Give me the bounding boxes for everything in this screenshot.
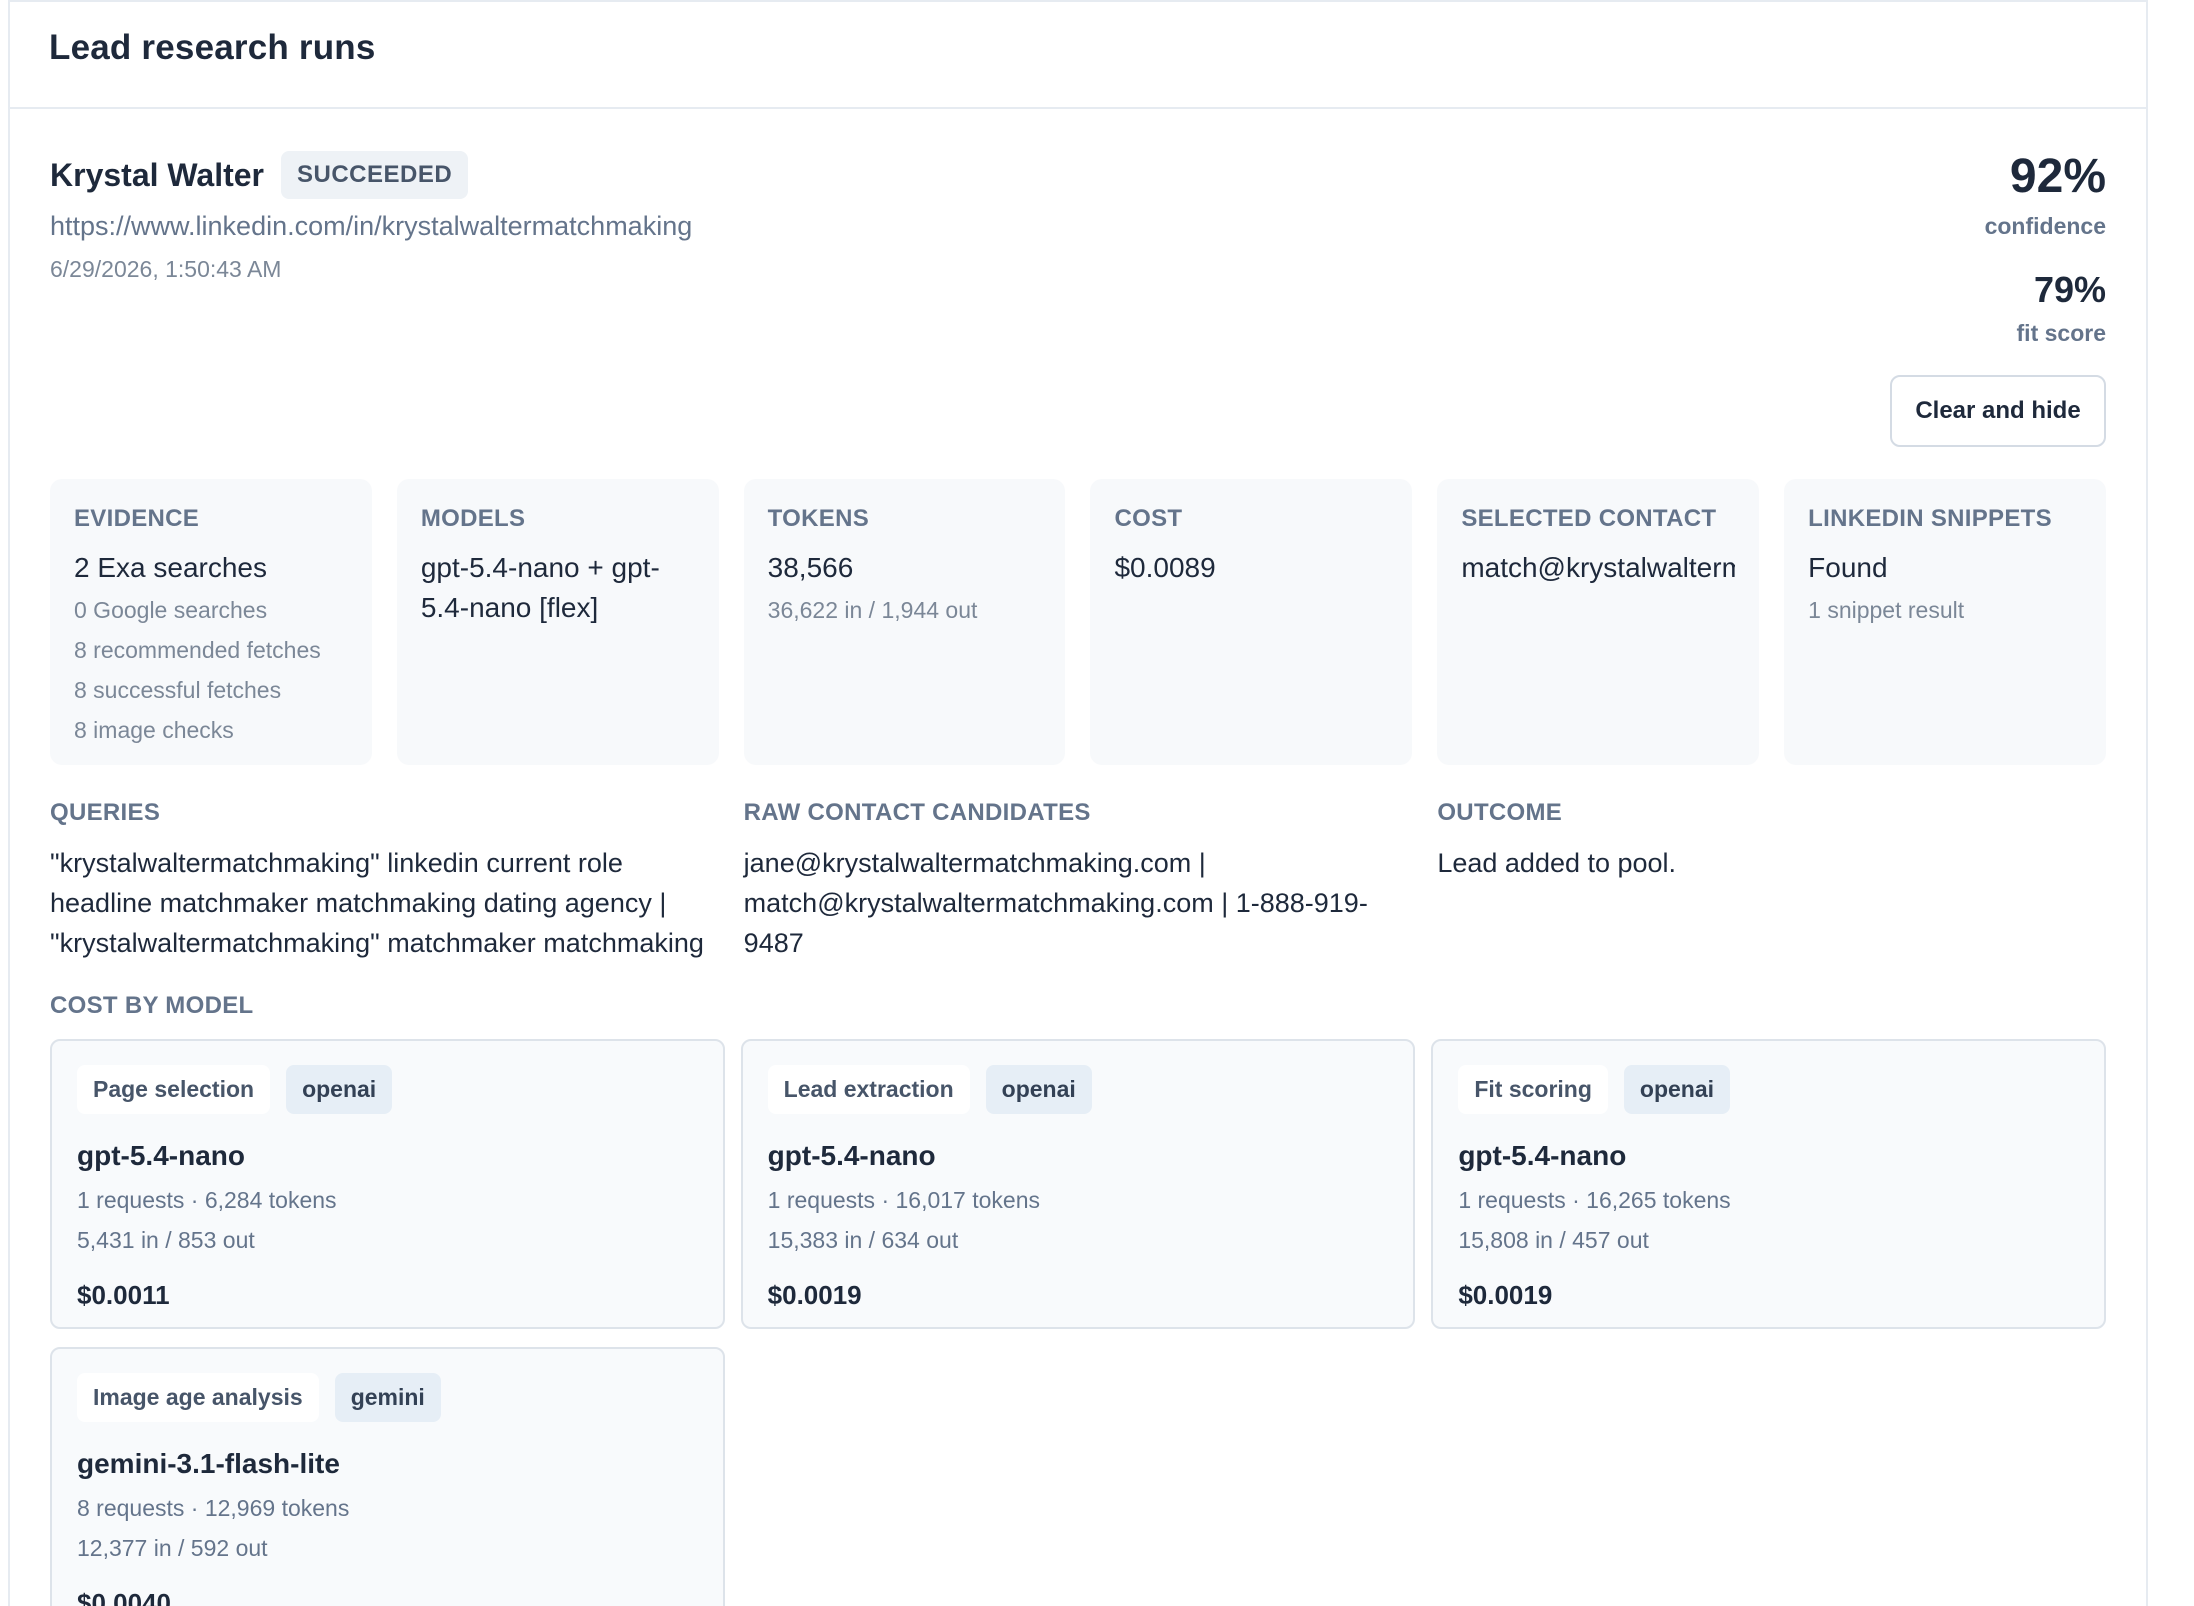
usage-summary: 8 requests · 12,969 tokens	[77, 1495, 350, 1521]
usage-summary: 1 requests · 16,265 tokens	[1458, 1187, 1731, 1213]
token-io: 12,377 in / 592 out	[77, 1535, 268, 1561]
stat-value: 2 Exa searches	[74, 552, 267, 583]
stat-detail: 0 Google searches	[74, 597, 268, 623]
confidence-label: confidence	[1984, 213, 2106, 239]
stat-value: 38,566	[767, 552, 854, 583]
detail-outcome: OUTCOME Lead added to pool.	[1437, 799, 2106, 963]
cost-by-model-heading: COST BY MODEL	[50, 992, 254, 1019]
model-cost: $0.0019	[1458, 1280, 1553, 1310]
provider-tag: gemini	[334, 1373, 441, 1422]
step-tag: Image age analysis	[77, 1373, 319, 1422]
stat-value: gpt-5.4-nano + gpt-5.4-nano [flex]	[420, 552, 660, 623]
run-card: Krystal Walter SUCCEEDED https://www.lin…	[50, 109, 2106, 1606]
model-name: gpt-5.4-nano	[767, 1140, 936, 1171]
stat-card-tokens: TOKENS 38,566 36,622 in / 1,944 out	[743, 479, 1066, 765]
run-heading: Krystal Walter SUCCEEDED	[50, 151, 469, 199]
step-tag: Fit scoring	[1458, 1065, 1608, 1114]
cost-card: Fit scoring openai gpt-5.4-nano 1 reques…	[1431, 1039, 2106, 1329]
detail-raw-contact-candidates: RAW CONTACT CANDIDATES jane@krystalwalte…	[744, 799, 1413, 963]
stat-label: COST	[1114, 505, 1183, 532]
run-timestamp: 6/29/2026, 1:50:43 AM	[50, 256, 282, 282]
model-cost: $0.0011	[77, 1280, 170, 1310]
confidence-value: 92%	[2009, 150, 2106, 203]
token-io: 5,431 in / 853 out	[77, 1227, 255, 1253]
scroll-gutter	[2150, 0, 2194, 1606]
model-name: gemini-3.1-flash-lite	[77, 1448, 340, 1479]
lead-research-panel: Lead research runs Krystal Walter SUCCEE…	[8, 0, 2148, 1606]
page-title: Lead research runs	[49, 28, 376, 67]
stat-value: Found	[1808, 552, 1888, 583]
step-tag: Page selection	[77, 1065, 271, 1114]
detail-label: OUTCOME	[1437, 799, 1563, 826]
token-io: 15,383 in / 634 out	[767, 1227, 959, 1253]
token-io: 15,808 in / 457 out	[1458, 1227, 1649, 1253]
provider-tag: openai	[1623, 1065, 1731, 1114]
stat-label: SELECTED CONTACT	[1461, 505, 1717, 532]
stat-detail: 36,622 in / 1,944 out	[767, 597, 978, 623]
stat-detail: 8 recommended fetches	[74, 637, 321, 663]
model-cost: $0.0019	[767, 1280, 862, 1310]
stat-detail: 8 image checks	[74, 717, 234, 743]
clear-and-hide-button[interactable]: Clear and hide	[1890, 375, 2106, 447]
lead-name: Krystal Walter	[50, 156, 264, 193]
stat-label: EVIDENCE	[74, 505, 200, 532]
cost-card: Page selection openai gpt-5.4-nano 1 req…	[50, 1039, 725, 1329]
detail-value: "krystalwaltermatchmaking" linkedin curr…	[50, 848, 704, 958]
cost-card: Image age analysis gemini gemini-3.1-fla…	[50, 1347, 725, 1606]
stat-card-models: MODELS gpt-5.4-nano + gpt-5.4-nano [flex…	[396, 479, 719, 765]
stat-card-linkedin-snippets: LINKEDIN SNIPPETS Found 1 snippet result	[1784, 479, 2106, 765]
lead-profile-url: https://www.linkedin.com/in/krystalwalte…	[50, 211, 693, 241]
stat-label: TOKENS	[767, 505, 870, 532]
stat-detail: 8 successful fetches	[74, 677, 282, 703]
detail-queries: QUERIES "krystalwaltermatchmaking" linke…	[50, 799, 719, 963]
fit-score-value: 79%	[2033, 269, 2106, 310]
detail-value: Lead added to pool.	[1437, 848, 1677, 878]
stat-value: match@krystalwaltermatchmaking.com	[1461, 552, 1736, 583]
provider-tag: openai	[985, 1065, 1092, 1114]
fit-score-label: fit score	[2016, 320, 2106, 346]
run-details: QUERIES "krystalwaltermatchmaking" linke…	[50, 799, 2106, 963]
stat-value: $0.0089	[1114, 552, 1216, 583]
detail-label: RAW CONTACT CANDIDATES	[743, 799, 1091, 826]
stat-detail: 1 snippet result	[1808, 597, 1965, 623]
cost-card: Lead extraction openai gpt-5.4-nano 1 re…	[740, 1039, 1416, 1329]
run-stats: EVIDENCE 2 Exa searches 0 Google searche…	[50, 479, 2106, 765]
detail-value: jane@krystalwaltermatchmaking.com | matc…	[743, 848, 1368, 958]
stat-label: LINKEDIN SNIPPETS	[1808, 505, 2052, 532]
stat-card-cost: COST $0.0089	[1090, 479, 1413, 765]
score-metrics: 92% confidence 79% fit score	[1985, 153, 2106, 347]
usage-summary: 1 requests · 16,017 tokens	[767, 1187, 1040, 1213]
step-tag: Lead extraction	[767, 1065, 970, 1114]
model-name: gpt-5.4-nano	[1458, 1140, 1627, 1171]
panel-header: Lead research runs	[10, 2, 2146, 109]
model-cost: $0.0040	[77, 1588, 171, 1606]
stat-card-selected-contact: SELECTED CONTACT match@krystalwaltermatc…	[1437, 479, 1760, 765]
cost-by-model-grid: Page selection openai gpt-5.4-nano 1 req…	[50, 1039, 2106, 1606]
stat-card-evidence: EVIDENCE 2 Exa searches 0 Google searche…	[50, 479, 372, 765]
usage-summary: 1 requests · 6,284 tokens	[77, 1187, 337, 1213]
status-badge: SUCCEEDED	[281, 151, 469, 199]
stat-label: MODELS	[420, 505, 526, 532]
provider-tag: openai	[286, 1065, 393, 1114]
model-name: gpt-5.4-nano	[77, 1140, 245, 1171]
detail-label: QUERIES	[50, 799, 161, 826]
